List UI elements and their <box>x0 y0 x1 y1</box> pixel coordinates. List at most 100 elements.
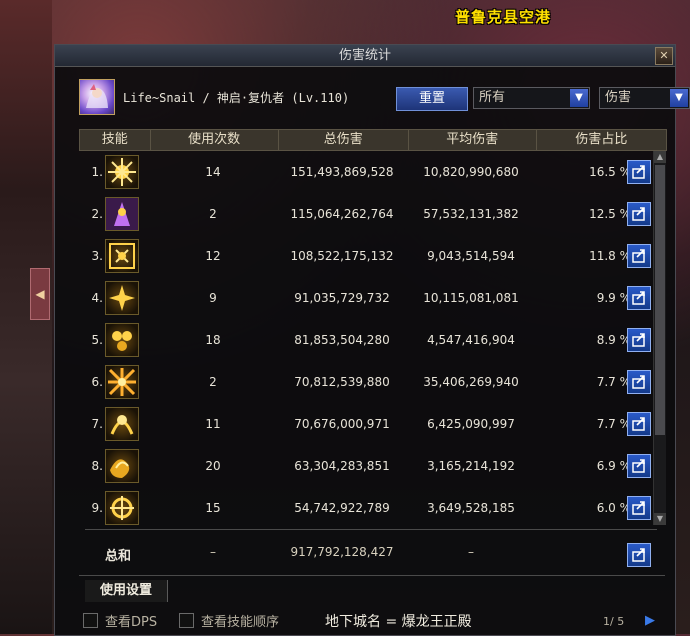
chevron-down-icon[interactable]: ▼ <box>670 89 688 107</box>
row-average-damage: 6,425,090,997 <box>427 417 515 431</box>
export-row-button[interactable] <box>627 496 651 520</box>
tab-settings[interactable]: 使用设置 <box>85 580 168 602</box>
show-dps-checkbox[interactable] <box>83 613 98 628</box>
skill-icon-7 <box>105 407 139 441</box>
table-row: 9. 15 54,742,922,789 3,649,528,185 6.0 % <box>79 487 653 529</box>
col-skill[interactable]: 技能 <box>80 130 151 150</box>
skill-icon-5 <box>105 323 139 357</box>
table-rows: 1. 14 151,493,869,528 10,820,990,680 16.5 % 2… <box>79 151 653 529</box>
export-row-button[interactable] <box>627 286 651 310</box>
skill-icon-8 <box>105 449 139 483</box>
total-count: – <box>210 545 216 559</box>
row-rank: 8. <box>91 459 103 473</box>
export-row-button[interactable] <box>627 370 651 394</box>
row-average-damage: 3,649,528,185 <box>427 501 515 515</box>
table-row: 2. 2 115,064,262,764 57,532,131,382 12.5 % <box>79 193 653 235</box>
footer: 查看DPS 查看技能顺序 地下城名 = 爆龙王正殿 1/ 5 ▶ <box>55 607 675 635</box>
row-damage-share: 9.9 % <box>596 291 631 305</box>
row-damage-share: 7.7 % <box>596 417 631 431</box>
row-count: 2 <box>209 207 217 221</box>
skill-icon-4 <box>105 281 139 315</box>
row-damage-share: 6.0 % <box>596 501 631 515</box>
damage-stats-window: 伤害统计 ✕ Life~Snail / 神启·复仇者 (Lv.110) 重置 所… <box>54 44 690 636</box>
reset-button[interactable]: 重置 <box>396 87 468 111</box>
character-portrait-icon <box>86 84 108 108</box>
row-total-damage: 115,064,262,764 <box>290 207 394 221</box>
table-row: 5. 18 81,853,504,280 4,547,416,904 8.9 % <box>79 319 653 361</box>
window-title: 伤害统计 <box>338 48 391 63</box>
total-damage: 917,792,128,427 <box>290 545 394 559</box>
page-indicator: 1/ 5 <box>603 615 625 628</box>
table-row: 3. 12 108,522,175,132 9,043,514,594 11.8 % <box>79 235 653 277</box>
skill-icon-9 <box>105 491 139 525</box>
export-row-button[interactable] <box>627 328 651 352</box>
export-icon <box>632 291 645 305</box>
next-page-icon[interactable]: ▶ <box>645 613 661 628</box>
export-icon <box>632 459 645 473</box>
close-button[interactable]: ✕ <box>655 47 673 65</box>
filter-select-value: 所有 <box>479 90 506 105</box>
divider <box>85 529 657 530</box>
chevron-down-icon[interactable]: ▼ <box>570 89 588 107</box>
row-average-damage: 10,820,990,680 <box>423 165 519 179</box>
table-row: 7. 11 70,676,000,971 6,425,090,997 7.7 % <box>79 403 653 445</box>
row-average-damage: 57,532,131,382 <box>423 207 519 221</box>
character-name: Life~Snail / 神启·复仇者 (Lv.110) <box>123 91 350 105</box>
row-count: 11 <box>205 417 221 431</box>
row-damage-share: 6.9 % <box>596 459 631 473</box>
row-total-damage: 81,853,504,280 <box>294 333 390 347</box>
export-icon <box>632 375 645 389</box>
show-order-checkbox[interactable] <box>179 613 194 628</box>
skill-icon-2 <box>105 197 139 231</box>
row-total-damage: 151,493,869,528 <box>290 165 394 179</box>
row-count: 12 <box>205 249 221 263</box>
export-icon <box>632 333 645 347</box>
damage-table: 技能 使用次数 总伤害 平均伤害 伤害占比 1. 14 151,493,869,52… <box>79 129 667 609</box>
row-average-damage: 4,547,416,904 <box>427 333 515 347</box>
skill-icon-1 <box>105 155 139 189</box>
table-row: 1. 14 151,493,869,528 10,820,990,680 16.5 % <box>79 151 653 193</box>
scroll-down-icon[interactable]: ▼ <box>654 513 666 525</box>
row-rank: 3. <box>91 249 103 263</box>
export-icon <box>632 249 645 263</box>
scrollbar[interactable]: ▲ ▼ <box>653 151 666 525</box>
export-row-button[interactable] <box>627 202 651 226</box>
export-icon <box>632 165 645 179</box>
table-header: 技能 使用次数 总伤害 平均伤害 伤害占比 <box>79 129 667 151</box>
row-count: 20 <box>205 459 221 473</box>
col-share[interactable]: 伤害占比 <box>537 130 666 150</box>
row-rank: 1. <box>91 165 103 179</box>
row-count: 9 <box>209 291 217 305</box>
row-average-damage: 35,406,269,940 <box>423 375 519 389</box>
row-damage-share: 8.9 % <box>596 333 631 347</box>
export-row-button[interactable] <box>627 244 651 268</box>
col-count[interactable]: 使用次数 <box>151 130 279 150</box>
col-total[interactable]: 总伤害 <box>279 130 409 150</box>
export-row-button[interactable] <box>627 412 651 436</box>
show-order-label: 查看技能顺序 <box>201 615 280 630</box>
filter-select[interactable]: 所有 ▼ <box>473 87 590 109</box>
window-titlebar[interactable]: 伤害统计 ✕ <box>55 45 675 67</box>
row-average-damage: 10,115,081,081 <box>423 291 519 305</box>
total-label: 总和 <box>105 549 132 564</box>
row-damage-share: 12.5 % <box>589 207 631 221</box>
row-count: 2 <box>209 375 217 389</box>
row-rank: 7. <box>91 417 103 431</box>
col-average[interactable]: 平均伤害 <box>409 130 537 150</box>
row-total-damage: 54,742,922,789 <box>294 501 390 515</box>
export-row-button[interactable] <box>627 160 651 184</box>
background-left-panel: ◀ <box>0 0 52 634</box>
export-icon <box>632 207 645 221</box>
scroll-thumb[interactable] <box>655 165 665 435</box>
export-icon <box>632 501 645 515</box>
row-damage-share: 11.8 % <box>589 249 631 263</box>
mode-select[interactable]: 伤害 ▼ <box>599 87 690 109</box>
export-row-button[interactable] <box>627 454 651 478</box>
collapse-left-arrow-icon[interactable]: ◀ <box>30 268 50 320</box>
row-total-damage: 108,522,175,132 <box>290 249 394 263</box>
scroll-up-icon[interactable]: ▲ <box>654 151 666 163</box>
row-rank: 6. <box>91 375 103 389</box>
row-rank: 4. <box>91 291 103 305</box>
mode-select-value: 伤害 <box>605 90 632 105</box>
export-total-button[interactable] <box>627 543 651 567</box>
